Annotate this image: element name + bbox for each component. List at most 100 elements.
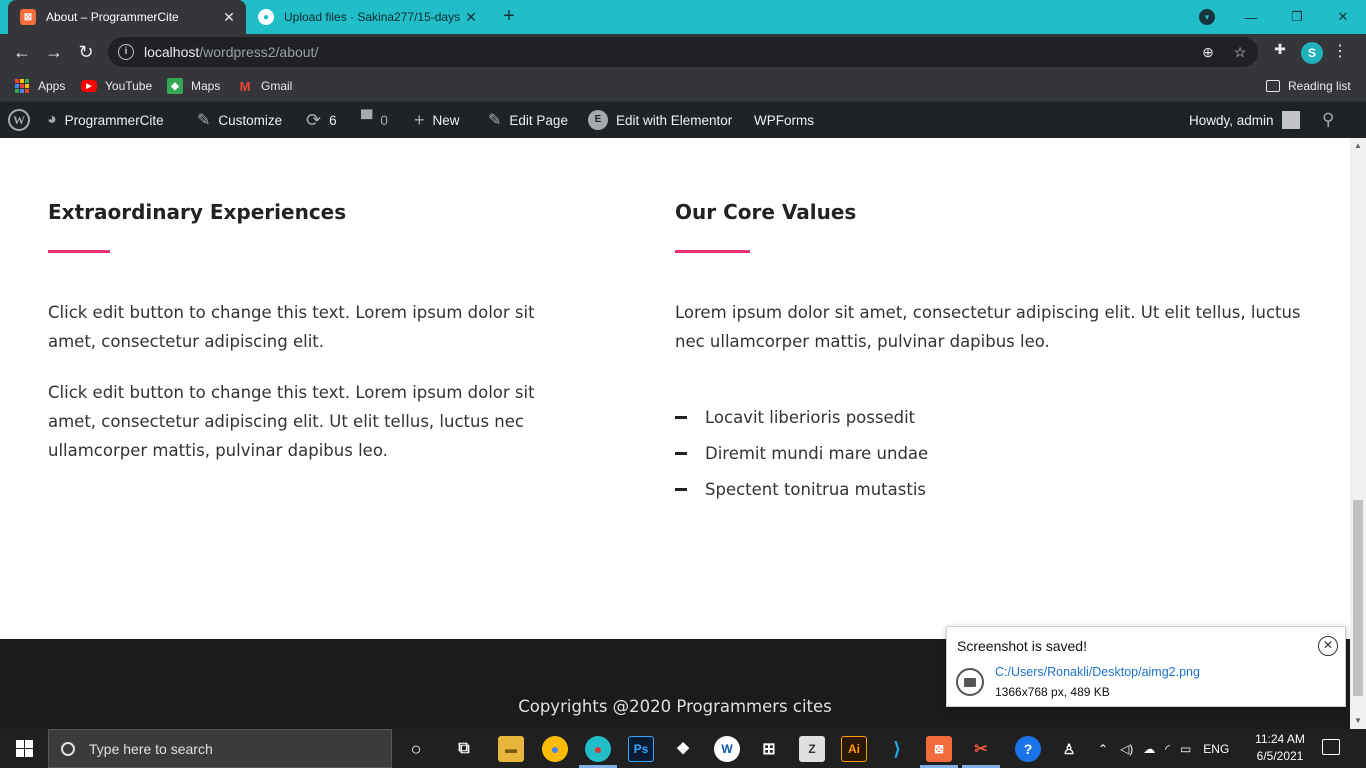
zbrush-icon[interactable]: Z (799, 736, 825, 762)
profile-avatar[interactable]: S (1301, 42, 1323, 64)
site-info-icon[interactable]: i (118, 44, 134, 60)
wordpress-desktop-icon[interactable]: W (714, 736, 740, 762)
close-window-icon[interactable]: ✕ (1320, 0, 1366, 34)
tab-search-icon[interactable]: ▾ (1199, 9, 1215, 25)
customize-label: Customize (218, 112, 283, 128)
search-icon (61, 741, 75, 756)
edit-with-elementor-link[interactable]: E Edit with Elementor (588, 102, 732, 138)
edit-page-link[interactable]: ✎ Edit Page (488, 102, 568, 138)
chevron-up-icon[interactable]: ⌃ (1098, 742, 1108, 756)
bookmark-label: Maps (191, 79, 221, 93)
illustrator-icon[interactable]: Ai (841, 736, 867, 762)
new-label: New (432, 112, 460, 128)
xampp-icon[interactable]: ⊠ (926, 736, 952, 762)
extensions-puzzle-icon[interactable]: ✚ (1270, 41, 1290, 61)
cortana-icon[interactable]: ○ (403, 736, 429, 762)
scroll-thumb[interactable] (1353, 500, 1363, 696)
bookmark-gmail[interactable]: M Gmail (237, 76, 293, 96)
left-paragraph-2: Click edit button to change this text. L… (48, 383, 535, 460)
task-view-icon[interactable]: ⧉ (451, 736, 477, 762)
comment-bubble-icon: ▀ (361, 111, 373, 128)
close-tab-icon[interactable]: ✕ (460, 9, 482, 26)
help-icon[interactable]: ? (1015, 736, 1041, 762)
wpforms-menu[interactable]: WPForms (754, 102, 814, 138)
new-tab-button[interactable]: + (498, 5, 520, 27)
people-icon[interactable]: ♙ (1056, 736, 1082, 762)
url-host: localhost (144, 44, 200, 60)
plus-icon: + (414, 109, 425, 130)
language-indicator[interactable]: ENG (1203, 742, 1229, 756)
start-button[interactable] (0, 729, 48, 768)
address-bar[interactable]: i localhost/wordpress2/about/ ⊕ ☆ (108, 37, 1258, 67)
photoshop-icon[interactable]: Ps (628, 736, 654, 762)
list-item-text: Spectent tonitrua mutastis (705, 480, 926, 499)
left-column-heading: Extraordinary Experiences (48, 200, 347, 224)
restore-icon[interactable]: ❐ (1274, 0, 1320, 34)
chrome-profile-icon[interactable]: ● (585, 736, 611, 762)
volume-icon[interactable]: ◁) (1120, 742, 1133, 756)
wifi-icon[interactable]: ◜ (1165, 742, 1170, 756)
clock-date: 6/5/2021 (1256, 749, 1304, 763)
close-tab-icon[interactable]: ✕ (218, 9, 240, 26)
search-placeholder: Type here to search (89, 740, 213, 757)
onedrive-cloud-icon[interactable]: ☁ (1143, 742, 1155, 756)
updates-count: 6 (329, 112, 337, 128)
updates-link[interactable]: ⟳ 6 (306, 102, 337, 138)
wp-admin-bar: W ◕ ProgrammerCite ✎ Customize ⟳ 6 ▀ 0 +… (0, 102, 1366, 138)
windows-taskbar: Type here to search ○ ⧉ ▬ ● ● Ps ❖ W ⊞ Z… (0, 729, 1366, 768)
scroll-up-arrow-icon[interactable]: ▲ (1350, 138, 1366, 154)
chrome-icon[interactable]: ● (542, 736, 568, 762)
minimize-icon[interactable]: — (1228, 0, 1274, 34)
customize-link[interactable]: ✎ Customize (197, 102, 282, 138)
wordpress-logo-icon: W (8, 109, 30, 131)
youtube-icon: ▶ (81, 80, 97, 92)
close-icon[interactable]: ✕ (1318, 636, 1338, 656)
taskbar-search-box[interactable]: Type here to search (48, 729, 392, 768)
browser-menu-icon[interactable]: ⋮ (1332, 40, 1348, 64)
action-center-icon[interactable] (1322, 739, 1340, 755)
tab-about[interactable]: ⊠ About – ProgrammerCite ✕ (8, 0, 246, 34)
snipping-tool-icon[interactable]: ✂ (968, 736, 994, 762)
vscode-icon[interactable]: ⟩ (884, 736, 910, 762)
taskbar-clock[interactable]: 11:24 AM 6/5/2021 (1254, 731, 1306, 765)
page-scrollbar[interactable]: ▲ ▼ (1350, 138, 1366, 729)
file-explorer-icon[interactable]: ▬ (498, 736, 524, 762)
zoom-icon[interactable]: ⊕ (1198, 42, 1218, 62)
comments-link[interactable]: ▀ 0 (361, 102, 388, 138)
browser-tab-strip: ⊠ About – ProgrammerCite ✕ ● Upload file… (0, 0, 1366, 34)
my-account-menu[interactable]: Howdy, admin (1189, 102, 1300, 138)
folder-icon[interactable] (956, 668, 984, 696)
back-arrow-icon[interactable]: ← (10, 40, 34, 64)
bookmark-star-icon[interactable]: ☆ (1230, 42, 1250, 62)
new-content-menu[interactable]: + New (414, 102, 460, 138)
browser-toolbar: ← → ↻ i localhost/wordpress2/about/ ⊕ ☆ … (0, 34, 1366, 70)
dropbox-icon[interactable]: ❖ (670, 736, 696, 762)
admin-search-button[interactable]: ⚲ (1322, 102, 1334, 138)
bookmark-apps[interactable]: Apps (14, 76, 65, 96)
wp-logo-menu[interactable]: W (8, 102, 30, 138)
dashboard-gauge-icon: ◕ (47, 111, 57, 128)
notification-title: Screenshot is saved! (957, 638, 1087, 654)
right-heading-divider (675, 250, 750, 253)
forward-arrow-icon[interactable]: → (42, 40, 66, 64)
updates-icon: ⟳ (306, 109, 322, 130)
clock-time: 11:24 AM (1255, 732, 1305, 746)
file-meta: 1366x768 px, 489 KB (995, 685, 1110, 699)
battery-icon[interactable]: ▭ (1180, 742, 1191, 756)
pencil-icon: ✎ (488, 112, 502, 129)
saved-file-link[interactable]: C:/Users/Ronakli/Desktop/aimg2.png (995, 665, 1200, 679)
tab-upload-files[interactable]: ● Upload files · Sakina277/15-days ✕ (248, 0, 488, 34)
bookmark-maps[interactable]: ◆ Maps (167, 76, 220, 96)
reading-list-icon (1266, 80, 1280, 92)
bookmark-youtube[interactable]: ▶ YouTube (81, 76, 152, 96)
site-name-menu[interactable]: ◕ ProgrammerCite (47, 102, 164, 138)
reload-icon[interactable]: ↻ (74, 40, 98, 64)
scroll-down-arrow-icon[interactable]: ▼ (1350, 713, 1366, 729)
store-bag-icon[interactable]: ⊞ (756, 736, 782, 762)
bookmarks-bar: Apps ▶ YouTube ◆ Maps M Gmail Reading li… (0, 70, 1366, 102)
reading-list-button[interactable]: Reading list (1266, 76, 1351, 96)
paintbrush-icon: ✎ (197, 112, 211, 129)
list-item-text: Diremit mundi mare undae (705, 444, 929, 463)
maps-icon: ◆ (167, 78, 183, 94)
url-path: /wordpress2/about/ (199, 44, 319, 60)
